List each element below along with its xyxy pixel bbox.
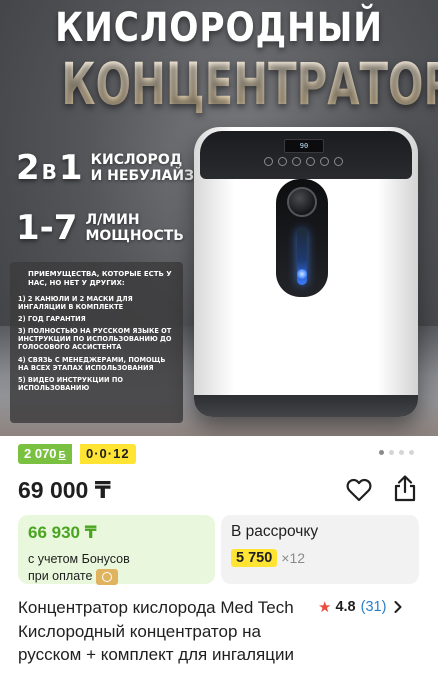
chevron-right-icon — [394, 601, 402, 613]
advantage-item: 1) 2 КАНЮЛИ И 2 МАСКИ ДЛЯ ИНГАЛЯЦИИ В КО… — [18, 295, 133, 312]
advantage-item: 3) ПОЛНОСТЬЮ НА РУССКОМ ЯЗЫКЕ ОТ ИНСТРУК… — [18, 327, 172, 352]
installment-payment: 5 750 ×12 — [231, 549, 409, 567]
device-front-panel — [276, 179, 328, 297]
installment-amount: 5 750 — [231, 549, 278, 567]
banner-title-line2: КОНЦЕНТРАТОР — [61, 50, 438, 118]
installment-card[interactable]: В рассрочку 5 750 ×12 — [221, 515, 419, 584]
gallery-dot[interactable] — [399, 450, 404, 455]
product-title: Концентратор кислорода Med Tech Кислород… — [18, 598, 294, 664]
gallery-dot[interactable] — [389, 450, 394, 455]
gallery-pagination[interactable] — [379, 450, 414, 455]
banner-title-line2-text: КОНЦЕНТРАТОР — [61, 50, 438, 118]
banner-spec-flow: 1-7 Л/МИН МОЩНОСТЬ — [16, 208, 184, 248]
device-knob — [287, 187, 317, 217]
spec-flow-number: 1-7 — [16, 208, 78, 248]
installment-multiplier: ×12 — [281, 550, 306, 566]
advantages-box: ПРИЕМУЩЕСТВА, КОТОРЫЕ ЕСТЬ У НАС, НО НЕТ… — [10, 262, 183, 423]
device-buttons — [264, 157, 343, 166]
spec-2in1-mid: В — [41, 160, 57, 184]
advantage-item: 2) ГОД ГАРАНТИЯ — [18, 315, 86, 324]
heart-icon — [346, 478, 372, 502]
banner-spec-2in1: 2 В1 КИСЛОРОД И НЕБУЛАЙЗЕР — [16, 148, 214, 188]
product-rating[interactable]: ★ 4.8 (31) — [318, 598, 403, 616]
banner-title-line1: КИСЛОРОДНЫЙ — [55, 5, 383, 51]
installment-title: В рассрочку — [231, 523, 319, 540]
bonus-price-note: с учетом Бонусов при оплате — [28, 551, 205, 585]
bonus-note-line1: с учетом Бонусов — [28, 552, 130, 566]
device-base — [194, 395, 418, 417]
spec-flow-text: Л/МИН МОЩНОСТЬ — [85, 212, 184, 244]
favorite-button[interactable] — [346, 478, 372, 502]
product-image[interactable]: КИСЛОРОДНЫЙ КОНЦЕНТРАТОР 2 В1 КИСЛОРОД И … — [0, 0, 438, 436]
reviews-count[interactable]: (31) — [361, 599, 387, 615]
oxygen-concentrator-device: 90 — [194, 127, 418, 417]
bonus-price-card[interactable]: 66 930 ₸ с учетом Бонусов при оплате — [18, 515, 215, 585]
advantage-item: 5) ВИДЕО ИНСТРУКЦИИ ПО ИСПОЛЬЗОВАНИЮ — [18, 375, 123, 392]
spec-2in1-number: 2 В1 — [16, 148, 83, 188]
advantage-item: 4) СВЯЗЬ С МЕНЕДЖЕРАМИ, ПОМОЩЬ НА ВСЕХ Э… — [18, 355, 166, 372]
spec-flow-text-line1: Л/МИН — [85, 212, 140, 228]
bonus-badge: 2 070 Б — [18, 444, 72, 464]
gallery-dot-active[interactable] — [379, 450, 384, 455]
bonus-coin-icon — [96, 568, 119, 585]
gallery-dot[interactable] — [409, 450, 414, 455]
bonus-note-line2-text: при оплате — [28, 569, 93, 583]
star-icon: ★ — [318, 599, 332, 616]
device-display: 90 — [284, 139, 324, 153]
advantages-heading: ПРИЕМУЩЕСТВА, КОТОРЫЕ ЕСТЬ У НАС, НО НЕТ… — [28, 270, 172, 287]
badges-row: 2 070 Б 0·0·12 — [18, 444, 420, 464]
rating-value: 4.8 — [335, 599, 356, 615]
bonus-badge-unit: Б — [58, 450, 66, 461]
device-top-panel: 90 — [200, 131, 412, 179]
installment-badge: 0·0·12 — [80, 444, 136, 464]
product-price: 69 000 ₸ — [18, 477, 111, 503]
spec-2in1-second: 1 — [58, 148, 83, 188]
share-icon — [394, 475, 416, 502]
device-flow-indicator — [297, 269, 307, 279]
bonus-badge-amount: 2 070 — [24, 446, 57, 461]
spec-flow-text-line2: МОЩНОСТЬ — [85, 228, 184, 244]
share-button[interactable] — [392, 474, 418, 502]
bonus-price-value: 66 930 ₸ — [28, 523, 97, 542]
bonus-note-line2: при оплате — [28, 568, 205, 585]
spec-2in1-first: 2 — [16, 148, 40, 188]
